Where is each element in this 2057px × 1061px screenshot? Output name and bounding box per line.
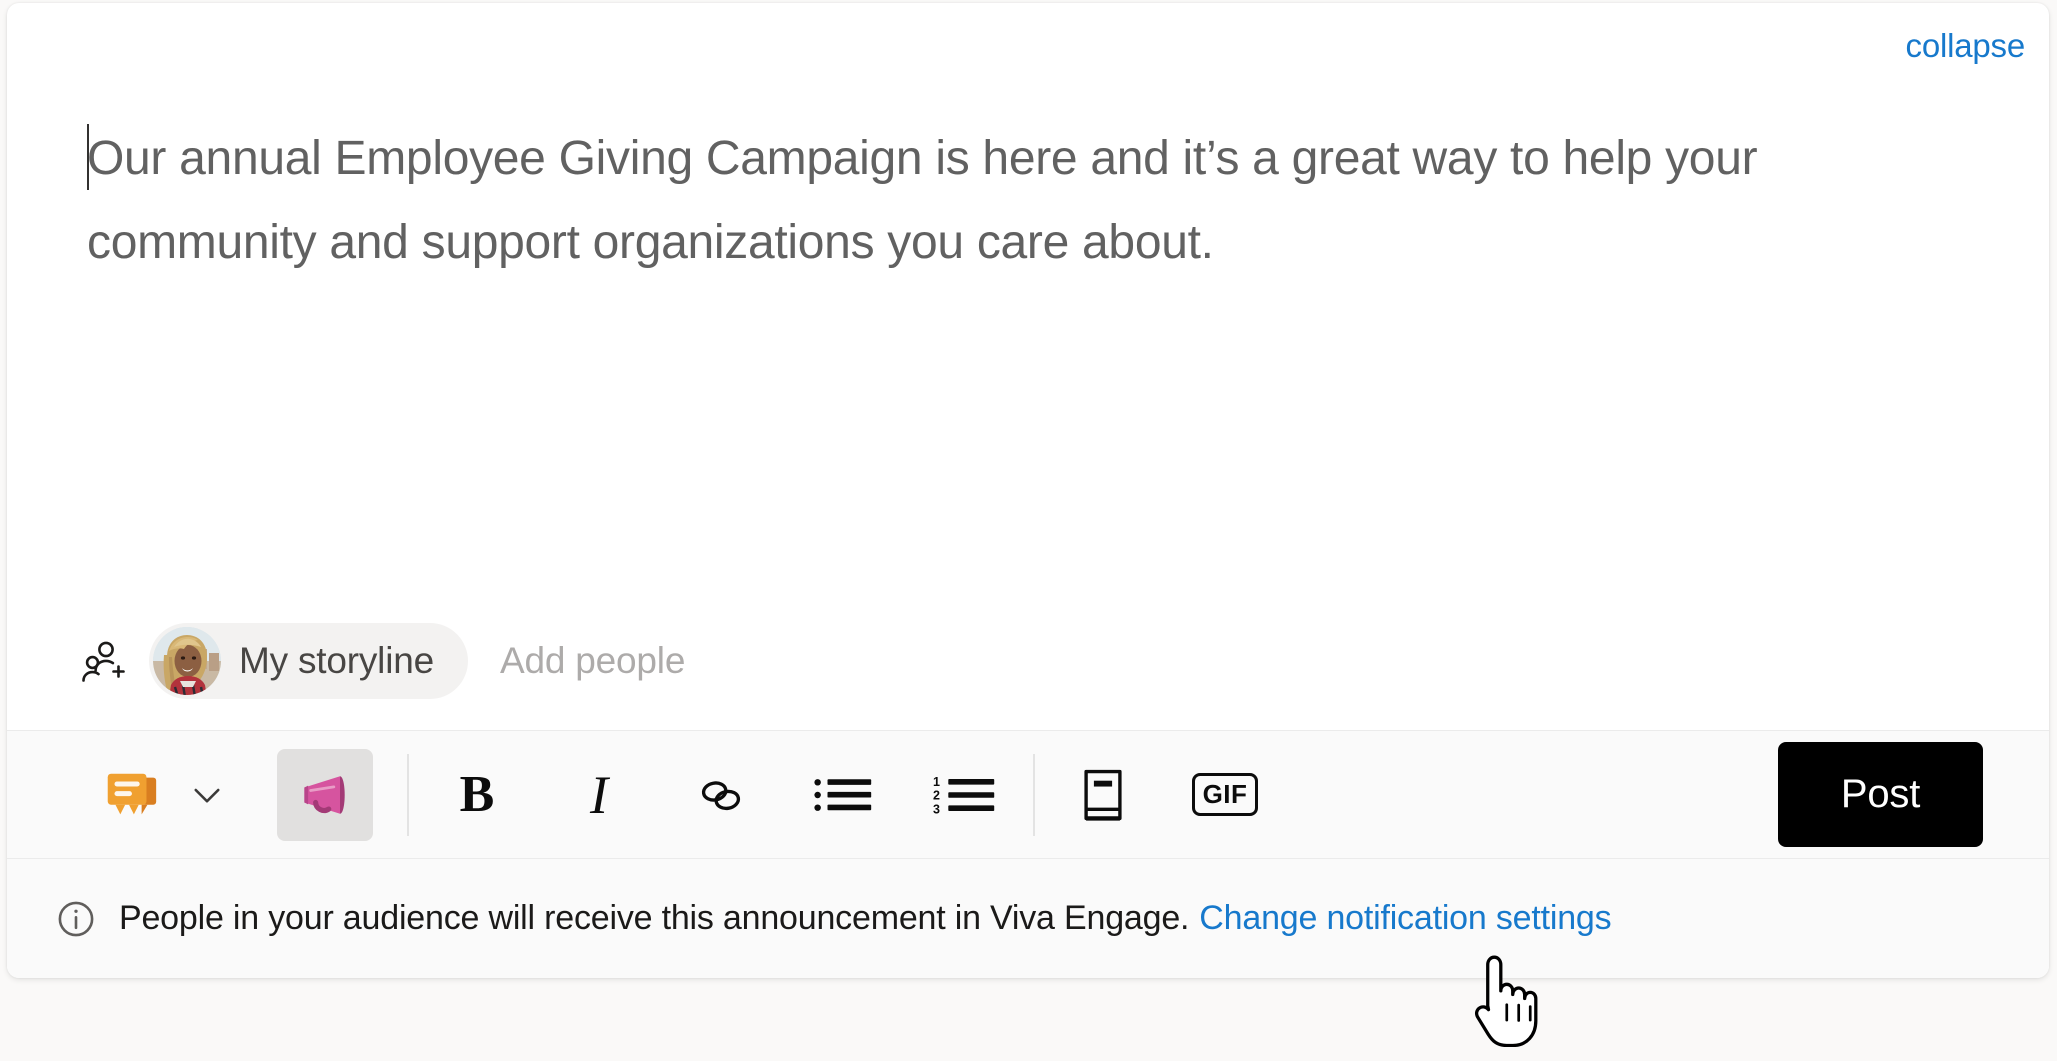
- svg-text:3: 3: [933, 802, 940, 816]
- composer-toolbar: B I 1 2 3 GIF Post: [7, 730, 2049, 858]
- toolbar-separator-2: [1033, 753, 1035, 836]
- chevron-down-icon[interactable]: [179, 761, 235, 829]
- notice-message: People in your audience will receive thi…: [119, 899, 1190, 937]
- italic-icon: I: [590, 764, 608, 825]
- announcement-composer-card: collapse Our annual Employee Giving Camp…: [7, 3, 2049, 978]
- article-button[interactable]: [1069, 761, 1137, 829]
- bold-icon: B: [459, 765, 495, 823]
- avatar: [153, 627, 221, 695]
- collapse-link[interactable]: collapse: [1906, 27, 2026, 65]
- announcement-body-text: Our annual Employee Giving Campaign is h…: [87, 132, 1771, 269]
- composer-editor-area[interactable]: Our annual Employee Giving Campaign is h…: [7, 75, 2049, 606]
- change-notification-settings-link[interactable]: Change notification settings: [1199, 899, 1611, 938]
- post-type-discussion-icon[interactable]: [91, 761, 169, 829]
- info-circle-icon: [55, 898, 97, 940]
- announcement-body-editor[interactable]: Our annual Employee Giving Campaign is h…: [87, 117, 1967, 285]
- add-people-input[interactable]: Add people: [500, 640, 685, 682]
- gif-button[interactable]: GIF: [1191, 761, 1259, 829]
- text-caret: [87, 124, 89, 190]
- people-add-icon[interactable]: [79, 637, 127, 685]
- bulleted-list-button[interactable]: [809, 761, 877, 829]
- audience-pill-label: My storyline: [239, 640, 434, 681]
- numbered-list-button[interactable]: 1 2 3: [931, 761, 999, 829]
- bold-button[interactable]: B: [443, 761, 511, 829]
- italic-button[interactable]: I: [565, 761, 633, 829]
- post-button[interactable]: Post: [1778, 742, 1983, 847]
- svg-text:1: 1: [933, 775, 940, 789]
- link-button[interactable]: [687, 761, 755, 829]
- audience-pill-my-storyline[interactable]: My storyline: [149, 623, 468, 699]
- notification-notice-bar: People in your audience will receive thi…: [7, 858, 2049, 978]
- toolbar-separator: [407, 753, 409, 836]
- post-type-announcement-icon[interactable]: [277, 748, 373, 841]
- composer-header: collapse: [7, 3, 2049, 75]
- gif-icon: GIF: [1191, 773, 1259, 816]
- audience-selector-row: My storyline Add people: [7, 606, 2049, 716]
- svg-text:2: 2: [933, 788, 940, 802]
